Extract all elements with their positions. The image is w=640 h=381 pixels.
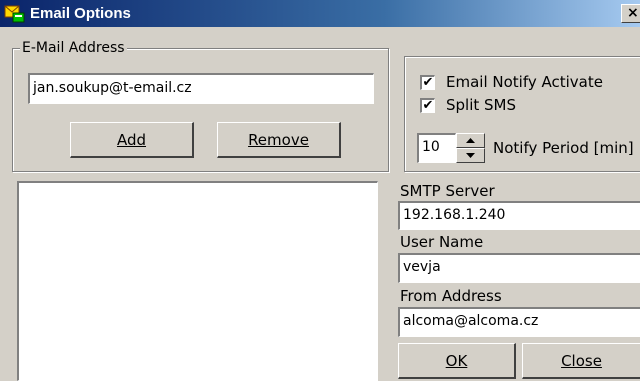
notify-period-value: 10	[422, 139, 440, 155]
close-button[interactable]: Close	[522, 343, 640, 379]
period-up-button[interactable]	[456, 133, 485, 148]
user-name-input[interactable]: vevja	[398, 253, 640, 283]
remove-button-label: Remove	[248, 130, 309, 149]
triangle-down-icon	[466, 152, 475, 158]
close-window-button[interactable]: ×	[621, 4, 640, 23]
email-notify-label[interactable]: Email Notify Activate	[446, 73, 603, 91]
window-title: Email Options	[30, 5, 131, 22]
split-sms-checkbox[interactable]: ✔	[420, 98, 435, 113]
email-address-value: jan.soukup@t-email.cz	[33, 80, 192, 96]
email-address-input[interactable]: jan.soukup@t-email.cz	[28, 73, 374, 104]
title-bar[interactable]: Email Options ×	[0, 0, 640, 27]
checkmark-icon: ✔	[422, 75, 434, 90]
add-button-label: Add	[116, 130, 147, 149]
user-name-value: vevja	[403, 259, 441, 275]
split-sms-label[interactable]: Split SMS	[446, 96, 516, 114]
user-name-label: User Name	[400, 233, 484, 251]
email-address-legend: E-Mail Address	[20, 40, 127, 56]
smtp-server-label: SMTP Server	[400, 182, 495, 200]
email-notify-checkbox[interactable]: ✔	[420, 75, 435, 90]
smtp-server-value: 192.168.1.240	[403, 207, 506, 223]
from-address-input[interactable]: alcoma@alcoma.cz	[398, 307, 640, 337]
ok-button-label: OK	[445, 351, 468, 370]
remove-button[interactable]: Remove	[217, 122, 341, 158]
close-icon: ×	[627, 5, 639, 21]
smtp-server-input[interactable]: 192.168.1.240	[398, 201, 640, 230]
from-address-label: From Address	[400, 287, 502, 305]
close-button-label: Close	[561, 351, 602, 370]
notify-period-label: Notify Period [min]	[493, 139, 634, 157]
ok-button[interactable]: OK	[398, 343, 516, 379]
email-options-icon	[4, 5, 25, 23]
add-button[interactable]: Add	[70, 122, 194, 158]
period-down-button[interactable]	[456, 148, 485, 163]
triangle-up-icon	[466, 137, 475, 143]
email-list[interactable]	[17, 181, 378, 381]
from-address-value: alcoma@alcoma.cz	[403, 313, 539, 329]
notify-period-input[interactable]: 10	[417, 133, 456, 163]
checkmark-icon: ✔	[422, 98, 434, 113]
